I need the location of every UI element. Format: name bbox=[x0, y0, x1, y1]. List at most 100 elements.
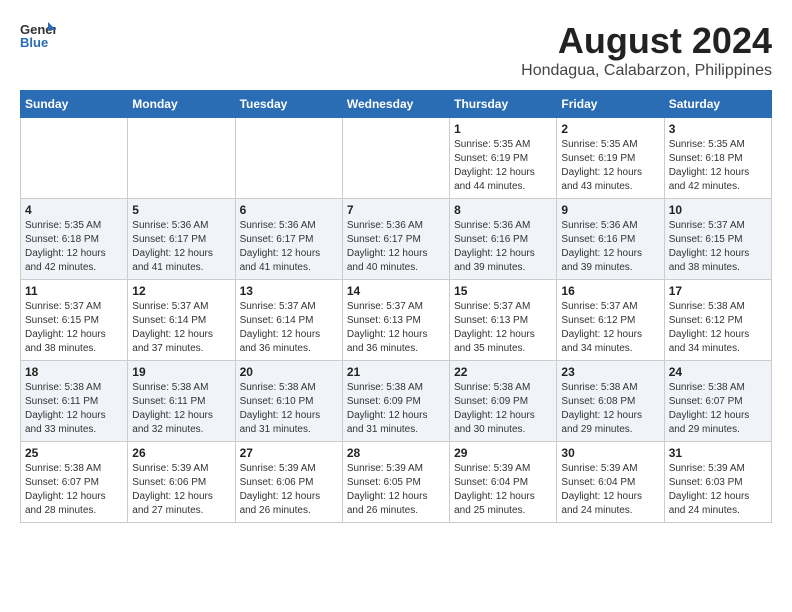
cell-content: Sunrise: 5:38 AM Sunset: 6:08 PM Dayligh… bbox=[561, 381, 659, 437]
cell-content: Sunrise: 5:37 AM Sunset: 6:13 PM Dayligh… bbox=[454, 300, 552, 356]
calendar-cell: 23 Sunrise: 5:38 AM Sunset: 6:08 PM Dayli… bbox=[557, 361, 664, 442]
day-number: 3 bbox=[669, 122, 767, 136]
day-number: 13 bbox=[240, 284, 338, 298]
cell-content: Sunrise: 5:36 AM Sunset: 6:17 PM Dayligh… bbox=[347, 219, 445, 275]
subtitle: Hondagua, Calabarzon, Philippines bbox=[521, 62, 772, 80]
calendar-week-1: 1Sunrise: 5:35 AM Sunset: 6:19 PM Daylig… bbox=[21, 118, 772, 199]
calendar-cell: 25 Sunrise: 5:38 AM Sunset: 6:07 PM Dayli… bbox=[21, 442, 128, 523]
cell-content: Sunrise: 5:36 AM Sunset: 6:17 PM Dayligh… bbox=[240, 219, 338, 275]
calendar-week-3: 11 Sunrise: 5:37 AM Sunset: 6:15 PM Dayli… bbox=[21, 280, 772, 361]
header-day-monday: Monday bbox=[128, 91, 235, 118]
cell-content: Sunrise: 5:38 AM Sunset: 6:10 PM Dayligh… bbox=[240, 381, 338, 437]
calendar-cell: 14Sunrise: 5:37 AM Sunset: 6:13 PM Dayli… bbox=[342, 280, 449, 361]
calendar-cell: 26Sunrise: 5:39 AM Sunset: 6:06 PM Dayli… bbox=[128, 442, 235, 523]
calendar-cell: 5 Sunrise: 5:36 AM Sunset: 6:17 PM Daylig… bbox=[128, 199, 235, 280]
main-title: August 2024 bbox=[521, 20, 772, 62]
cell-content: Sunrise: 5:36 AM Sunset: 6:16 PM Dayligh… bbox=[454, 219, 552, 275]
header-day-friday: Friday bbox=[557, 91, 664, 118]
calendar-cell: 3 Sunrise: 5:35 AM Sunset: 6:18 PM Daylig… bbox=[664, 118, 771, 199]
calendar-cell: 19 Sunrise: 5:38 AM Sunset: 6:11 PM Dayli… bbox=[128, 361, 235, 442]
cell-content: Sunrise: 5:38 AM Sunset: 6:09 PM Dayligh… bbox=[347, 381, 445, 437]
calendar-cell: 12Sunrise: 5:37 AM Sunset: 6:14 PM Dayli… bbox=[128, 280, 235, 361]
cell-content: Sunrise: 5:36 AM Sunset: 6:17 PM Dayligh… bbox=[132, 219, 230, 275]
calendar-cell: 2 Sunrise: 5:35 AM Sunset: 6:19 PM Daylig… bbox=[557, 118, 664, 199]
calendar-cell: 11 Sunrise: 5:37 AM Sunset: 6:15 PM Dayli… bbox=[21, 280, 128, 361]
cell-content: Sunrise: 5:38 AM Sunset: 6:09 PM Dayligh… bbox=[454, 381, 552, 437]
day-number: 2 bbox=[561, 122, 659, 136]
day-number: 28 bbox=[347, 446, 445, 460]
day-number: 30 bbox=[561, 446, 659, 460]
day-number: 20 bbox=[240, 365, 338, 379]
day-number: 10 bbox=[669, 203, 767, 217]
calendar-cell: 17 Sunrise: 5:38 AM Sunset: 6:12 PM Dayli… bbox=[664, 280, 771, 361]
cell-content: Sunrise: 5:38 AM Sunset: 6:11 PM Dayligh… bbox=[25, 381, 123, 437]
day-number: 17 bbox=[669, 284, 767, 298]
cell-content: Sunrise: 5:39 AM Sunset: 6:05 PM Dayligh… bbox=[347, 462, 445, 518]
calendar-cell: 20 Sunrise: 5:38 AM Sunset: 6:10 PM Dayli… bbox=[235, 361, 342, 442]
calendar-week-4: 18 Sunrise: 5:38 AM Sunset: 6:11 PM Dayli… bbox=[21, 361, 772, 442]
day-number: 31 bbox=[669, 446, 767, 460]
day-number: 23 bbox=[561, 365, 659, 379]
cell-content: Sunrise: 5:38 AM Sunset: 6:07 PM Dayligh… bbox=[669, 381, 767, 437]
calendar-cell: 9 Sunrise: 5:36 AM Sunset: 6:16 PM Daylig… bbox=[557, 199, 664, 280]
cell-content: Sunrise: 5:38 AM Sunset: 6:12 PM Dayligh… bbox=[669, 300, 767, 356]
day-number: 8 bbox=[454, 203, 552, 217]
calendar-cell: 21 Sunrise: 5:38 AM Sunset: 6:09 PM Dayli… bbox=[342, 361, 449, 442]
header-day-thursday: Thursday bbox=[450, 91, 557, 118]
day-number: 18 bbox=[25, 365, 123, 379]
calendar-week-5: 25 Sunrise: 5:38 AM Sunset: 6:07 PM Dayli… bbox=[21, 442, 772, 523]
calendar-cell: 13Sunrise: 5:37 AM Sunset: 6:14 PM Dayli… bbox=[235, 280, 342, 361]
cell-content: Sunrise: 5:38 AM Sunset: 6:07 PM Dayligh… bbox=[25, 462, 123, 518]
cell-content: Sunrise: 5:39 AM Sunset: 6:06 PM Dayligh… bbox=[240, 462, 338, 518]
calendar-cell: 28 Sunrise: 5:39 AM Sunset: 6:05 PM Dayli… bbox=[342, 442, 449, 523]
day-number: 9 bbox=[561, 203, 659, 217]
calendar-cell: 10Sunrise: 5:37 AM Sunset: 6:15 PM Dayli… bbox=[664, 199, 771, 280]
calendar-cell: 1Sunrise: 5:35 AM Sunset: 6:19 PM Daylig… bbox=[450, 118, 557, 199]
cell-content: Sunrise: 5:37 AM Sunset: 6:12 PM Dayligh… bbox=[561, 300, 659, 356]
cell-content: Sunrise: 5:35 AM Sunset: 6:18 PM Dayligh… bbox=[25, 219, 123, 275]
calendar-header: SundayMondayTuesdayWednesdayThursdayFrid… bbox=[21, 91, 772, 118]
cell-content: Sunrise: 5:37 AM Sunset: 6:15 PM Dayligh… bbox=[25, 300, 123, 356]
day-number: 24 bbox=[669, 365, 767, 379]
day-number: 26 bbox=[132, 446, 230, 460]
calendar-cell: 30 Sunrise: 5:39 AM Sunset: 6:04 PM Dayli… bbox=[557, 442, 664, 523]
day-number: 7 bbox=[347, 203, 445, 217]
svg-text:Blue: Blue bbox=[20, 35, 48, 50]
calendar-cell: 31 Sunrise: 5:39 AM Sunset: 6:03 PM Dayli… bbox=[664, 442, 771, 523]
calendar-cell: 6Sunrise: 5:36 AM Sunset: 6:17 PM Daylig… bbox=[235, 199, 342, 280]
calendar-cell: 15 Sunrise: 5:37 AM Sunset: 6:13 PM Dayli… bbox=[450, 280, 557, 361]
calendar-cell: 27Sunrise: 5:39 AM Sunset: 6:06 PM Dayli… bbox=[235, 442, 342, 523]
page-header: General Blue August 2024 Hondagua, Calab… bbox=[20, 20, 772, 80]
header-day-tuesday: Tuesday bbox=[235, 91, 342, 118]
calendar-cell: 22 Sunrise: 5:38 AM Sunset: 6:09 PM Dayli… bbox=[450, 361, 557, 442]
header-day-saturday: Saturday bbox=[664, 91, 771, 118]
cell-content: Sunrise: 5:35 AM Sunset: 6:18 PM Dayligh… bbox=[669, 138, 767, 194]
cell-content: Sunrise: 5:39 AM Sunset: 6:04 PM Dayligh… bbox=[454, 462, 552, 518]
cell-content: Sunrise: 5:37 AM Sunset: 6:14 PM Dayligh… bbox=[132, 300, 230, 356]
day-number: 15 bbox=[454, 284, 552, 298]
cell-content: Sunrise: 5:39 AM Sunset: 6:04 PM Dayligh… bbox=[561, 462, 659, 518]
calendar-cell: 18 Sunrise: 5:38 AM Sunset: 6:11 PM Dayli… bbox=[21, 361, 128, 442]
cell-content: Sunrise: 5:35 AM Sunset: 6:19 PM Dayligh… bbox=[561, 138, 659, 194]
logo: General Blue bbox=[20, 20, 56, 50]
day-number: 22 bbox=[454, 365, 552, 379]
calendar-cell: 29Sunrise: 5:39 AM Sunset: 6:04 PM Dayli… bbox=[450, 442, 557, 523]
calendar-table: SundayMondayTuesdayWednesdayThursdayFrid… bbox=[20, 90, 772, 523]
cell-content: Sunrise: 5:36 AM Sunset: 6:16 PM Dayligh… bbox=[561, 219, 659, 275]
calendar-cell: 8 Sunrise: 5:36 AM Sunset: 6:16 PM Daylig… bbox=[450, 199, 557, 280]
calendar-cell: 24 Sunrise: 5:38 AM Sunset: 6:07 PM Dayli… bbox=[664, 361, 771, 442]
cell-content: Sunrise: 5:39 AM Sunset: 6:03 PM Dayligh… bbox=[669, 462, 767, 518]
day-number: 11 bbox=[25, 284, 123, 298]
calendar-cell: 7 Sunrise: 5:36 AM Sunset: 6:17 PM Daylig… bbox=[342, 199, 449, 280]
day-number: 19 bbox=[132, 365, 230, 379]
day-number: 16 bbox=[561, 284, 659, 298]
calendar-cell bbox=[128, 118, 235, 199]
day-number: 25 bbox=[25, 446, 123, 460]
day-number: 21 bbox=[347, 365, 445, 379]
header-day-wednesday: Wednesday bbox=[342, 91, 449, 118]
day-number: 5 bbox=[132, 203, 230, 217]
calendar-cell bbox=[21, 118, 128, 199]
day-number: 4 bbox=[25, 203, 123, 217]
cell-content: Sunrise: 5:38 AM Sunset: 6:11 PM Dayligh… bbox=[132, 381, 230, 437]
calendar-cell: 16 Sunrise: 5:37 AM Sunset: 6:12 PM Dayli… bbox=[557, 280, 664, 361]
